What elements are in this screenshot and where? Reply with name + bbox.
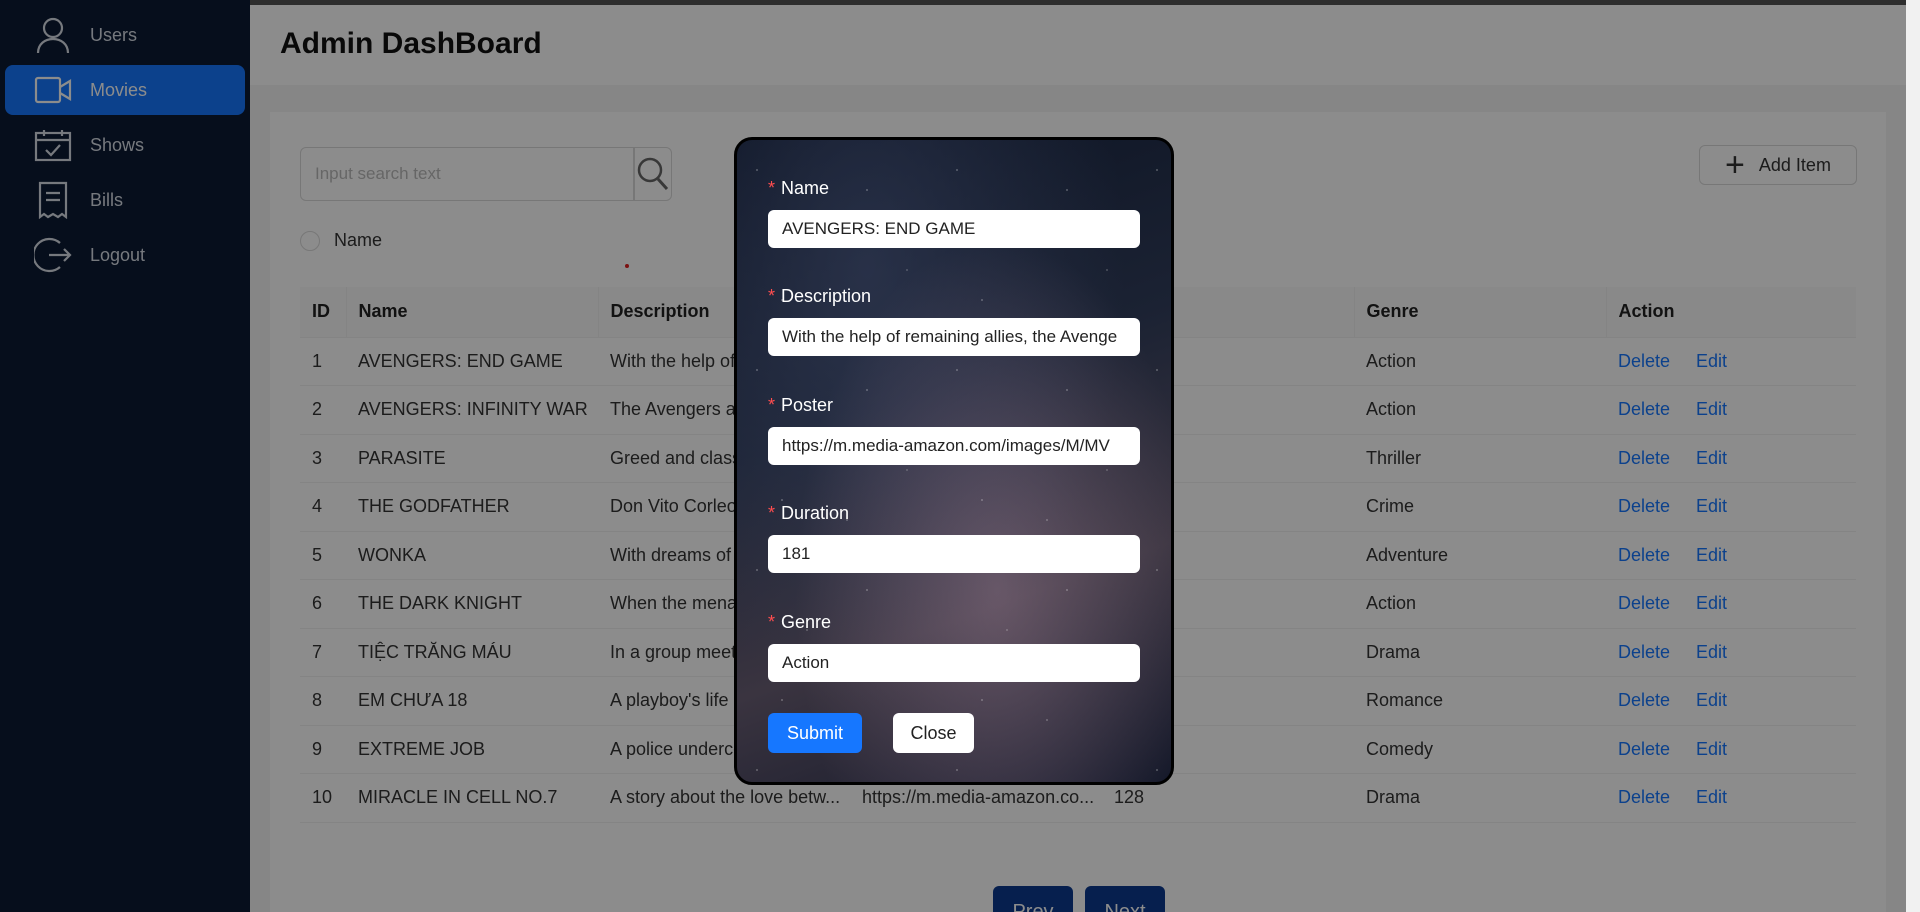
required-mark: * bbox=[768, 612, 776, 632]
required-mark: * bbox=[768, 286, 776, 306]
required-mark: * bbox=[768, 178, 776, 198]
submit-button[interactable]: Submit bbox=[768, 713, 862, 753]
poster-field[interactable]: https://m.media-amazon.com/images/M/MV bbox=[768, 427, 1140, 465]
edit-movie-modal: * Name AVENGERS: END GAME * Description Wi… bbox=[734, 137, 1174, 785]
duration-label: * Duration bbox=[768, 503, 850, 523]
description-label: * Description bbox=[768, 286, 872, 306]
scrollbar[interactable] bbox=[1906, 0, 1920, 912]
duration-field[interactable]: 181 bbox=[768, 535, 1140, 573]
name-field[interactable]: AVENGERS: END GAME bbox=[768, 210, 1140, 248]
required-mark: * bbox=[768, 503, 776, 523]
poster-label: * Poster bbox=[768, 395, 834, 415]
genre-label: * Genre bbox=[768, 612, 832, 632]
required-mark: * bbox=[768, 395, 776, 415]
close-button[interactable]: Close bbox=[893, 713, 974, 753]
description-field[interactable]: With the help of remaining allies, the A… bbox=[768, 318, 1140, 356]
name-label: * Name bbox=[768, 178, 830, 198]
genre-field[interactable]: Action bbox=[768, 644, 1140, 682]
